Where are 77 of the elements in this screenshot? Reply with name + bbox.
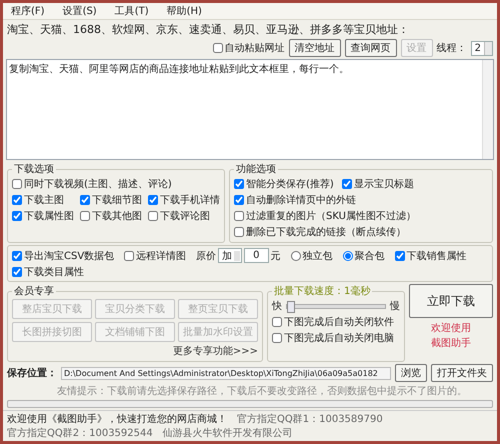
checkbox[interactable] (12, 211, 22, 221)
checkbox[interactable] (12, 267, 22, 277)
checkbox[interactable] (12, 179, 22, 189)
status-text: 仙游县火牛软件开发有限公司 (162, 426, 293, 440)
checkbox[interactable] (272, 317, 282, 327)
checkbox-label: 自动粘贴网址 (224, 42, 285, 55)
group-title: 下载选项 (13, 162, 55, 176)
checkbox[interactable] (272, 333, 282, 343)
checkbox-label: 下载销售属性 (406, 250, 467, 262)
checkbox[interactable] (234, 195, 244, 205)
checkbox[interactable] (234, 227, 244, 237)
status-text: 官方指定QQ群2：1003592544 (7, 426, 153, 440)
folder-button[interactable]: 打开文件夹 (431, 364, 493, 382)
radio-label: 独立包 (302, 250, 333, 262)
checkbox-label: 远程详情图 (136, 250, 186, 262)
checkbox-label: 下载类目属性 (24, 266, 84, 279)
menu-item[interactable]: 程序(F) (9, 4, 47, 18)
checkbox-label: 智能分类保存(推荐) (246, 178, 334, 191)
checkbox-label: 导出淘宝CSV数据包 (24, 250, 114, 262)
checkbox-label: 下载细节图 (92, 194, 142, 207)
url-text-area[interactable]: 复制淘宝、天猫、阿里等网店的商品连接地址粘贴到此文本框里，每行一个。 (6, 59, 494, 160)
checkbox-label: 同时下载视频(主图、描述、评论) (24, 178, 172, 191)
checkbox-label: 下载评论图 (160, 210, 210, 223)
price-label: 原价 (196, 250, 216, 262)
toolbar-button[interactable]: 查询网页 (344, 39, 397, 57)
checkbox[interactable] (12, 250, 22, 260)
menu-item[interactable]: 设置(S) (60, 4, 99, 18)
radio-label: 聚合包 (354, 250, 385, 262)
checkbox-label: 过滤重复的图片（SKU属性图不过滤） (246, 210, 416, 223)
path-field[interactable]: D:\Document And Settings\Administrator\Desktop\XiTongZhiJia\06a09a5a0182 (61, 366, 391, 380)
welcome-link[interactable]: 截图助手 (431, 336, 471, 350)
checkbox-label: 下载其他图 (92, 210, 142, 223)
threads-spinner[interactable]: 2 (470, 40, 493, 56)
checkbox[interactable] (124, 250, 134, 260)
checkbox-label: 下载属性图 (24, 210, 74, 223)
radio-button[interactable] (290, 250, 301, 260)
checkbox[interactable] (148, 211, 158, 221)
checkbox-label: 自动删除详情页中的外链 (246, 194, 356, 207)
checkbox-label: 显示宝贝标题 (354, 178, 414, 191)
threads-label: 线程： (436, 42, 467, 55)
menu-item[interactable]: 帮助(H) (164, 4, 204, 18)
fast-label: 快 (272, 300, 282, 313)
checkbox[interactable] (80, 195, 90, 205)
checkbox-label: 下载手机详情 (160, 194, 220, 207)
menu-item[interactable]: 工具(T) (112, 4, 151, 18)
save-label: 保存位置： (7, 366, 57, 380)
checkbox-label: 下图完成后自动关闭电脑 (284, 332, 394, 345)
checkbox[interactable] (12, 195, 22, 205)
checkbox[interactable] (80, 211, 90, 221)
checkbox-label: 下图完成后自动关闭软件 (284, 316, 394, 329)
price-spinner[interactable]: 0 (244, 248, 269, 263)
checkbox[interactable] (394, 250, 405, 260)
slow-label: 慢 (390, 300, 400, 313)
download-button[interactable]: 立即下载 (409, 284, 493, 318)
address-label: 淘宝、天猫、1688、软煌网、京东、速卖通、易贝、亚马逊、拼多多等宝贝地址： (7, 22, 409, 37)
url-text: 复制淘宝、天猫、阿里等网店的商品连接地址粘贴到此文本框里，每行一个。 (9, 64, 349, 75)
toolbar-button[interactable]: 清空地址 (288, 39, 341, 57)
checkbox-label: 下载主图 (24, 194, 64, 207)
checkbox[interactable] (342, 179, 352, 189)
hint-text: 友情提示：下载前请先选择保存路径，下载后不要改变路径，否则数据包中提示不了图片的。 (56, 384, 468, 398)
checkbox[interactable] (148, 195, 158, 205)
scrollbar[interactable] (482, 60, 493, 159)
group-title: 功能选项 (235, 162, 277, 176)
radio-button[interactable] (342, 250, 353, 260)
unit-label: 元 (270, 250, 281, 262)
status-text: 官方指定QQ群1：1003589790 (237, 412, 383, 426)
checkbox[interactable] (234, 211, 244, 221)
status-text: 欢迎使用《截图助手》，快速打造您的网店商城！ (7, 412, 227, 426)
folder-button[interactable]: 浏览 (395, 364, 427, 382)
group-title: 批量下载速度：1毫秒 (273, 284, 372, 298)
checkbox[interactable] (234, 179, 244, 189)
checkbox[interactable] (212, 43, 223, 53)
more-features-link[interactable]: 更多专享功能>>> (172, 344, 258, 358)
group-title: 会员专享 (13, 284, 55, 298)
checkbox-label: 删除已下载完成的链接（断点续传） (246, 226, 406, 239)
welcome-link[interactable]: 欢迎使用 (431, 321, 471, 335)
operator-dropdown[interactable]: 加 (218, 248, 242, 263)
